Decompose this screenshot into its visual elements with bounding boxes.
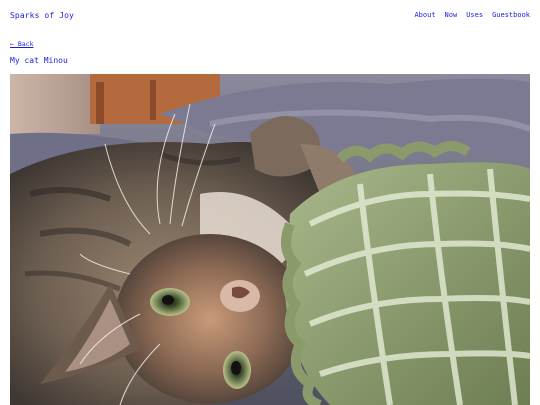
back-link[interactable]: ← Back [10, 40, 33, 48]
nav-link-about[interactable]: About [414, 11, 435, 19]
post-title: My cat Minou [10, 56, 68, 65]
main-nav: About Now Uses Guestbook [414, 11, 530, 19]
nav-link-uses[interactable]: Uses [466, 11, 483, 19]
site-title-link[interactable]: Sparks of Joy [10, 11, 74, 20]
site-header: Sparks of Joy About Now Uses Guestbook [10, 8, 530, 22]
cat-photo-illustration [10, 74, 530, 405]
cat-photo [10, 74, 530, 405]
nav-link-now[interactable]: Now [445, 11, 458, 19]
nav-link-guestbook[interactable]: Guestbook [492, 11, 530, 19]
